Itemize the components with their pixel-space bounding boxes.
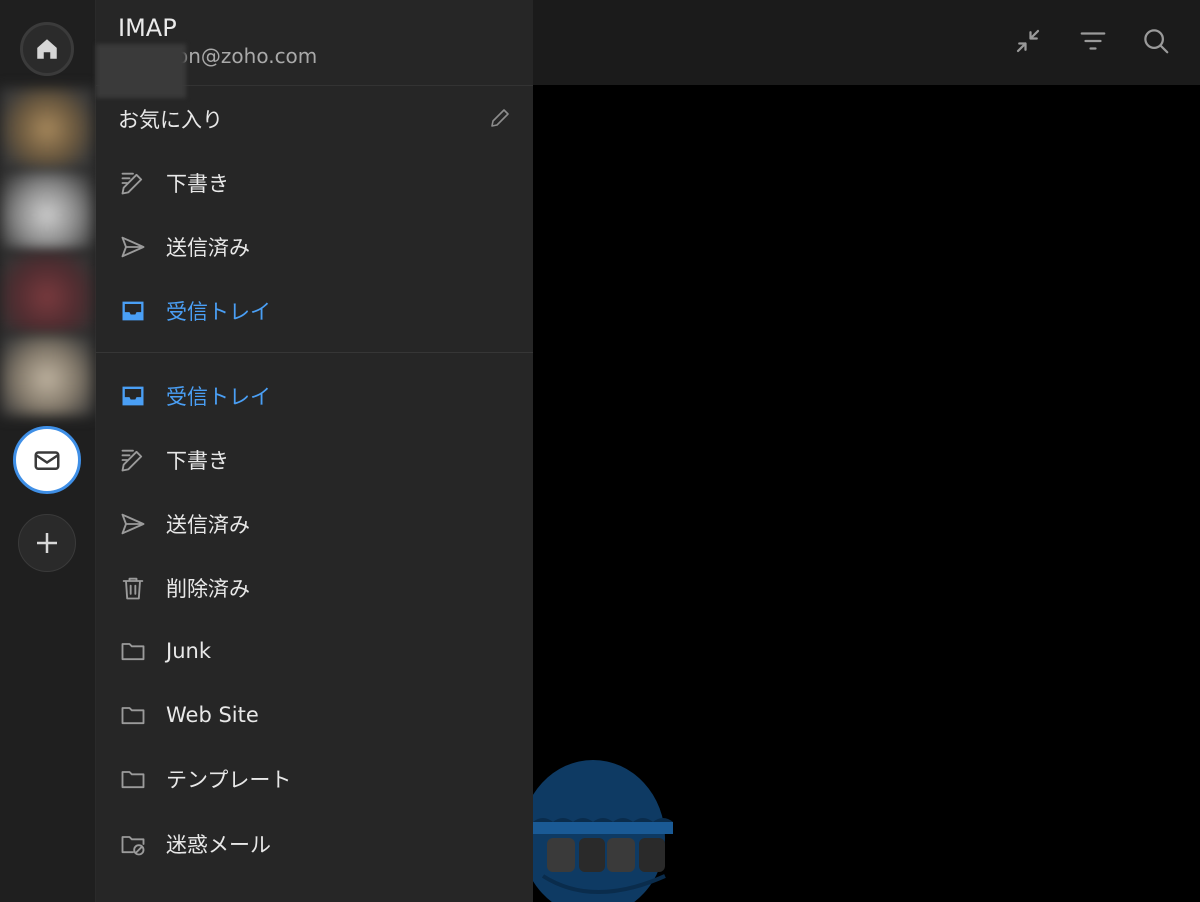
folder-blocked-icon: [118, 829, 148, 859]
search-icon[interactable]: [1139, 24, 1173, 58]
draft-pencil-icon: [118, 168, 148, 198]
folder-label: テンプレート: [166, 768, 292, 792]
account-rail: [0, 0, 96, 902]
account-email: on@zoho.com: [176, 44, 318, 68]
account-avatar-2[interactable]: [0, 170, 94, 252]
balloon-illustration: [533, 758, 673, 902]
account-avatar-4[interactable]: [0, 334, 94, 416]
folder-drafts[interactable]: 下書き: [96, 430, 533, 490]
pencil-icon: [491, 109, 509, 127]
account-avatar-3[interactable]: [0, 252, 94, 334]
inbox-icon: [118, 381, 148, 411]
email-redaction: [96, 44, 186, 98]
favorite-item-sent[interactable]: 送信済み: [96, 217, 533, 277]
home-button[interactable]: [20, 22, 74, 76]
account-avatar-1[interactable]: [0, 88, 94, 170]
section-divider: [96, 352, 533, 353]
folder-inbox[interactable]: 受信トレイ: [96, 366, 533, 426]
folder-label: 削除済み: [166, 577, 250, 601]
folder-label: 受信トレイ: [166, 300, 271, 324]
folder-drawer: IMAP on@zoho.com お気に入り 下書き 送信済み 受信トレイ 受信…: [96, 0, 533, 902]
folder-icon: [118, 700, 148, 730]
account-type: IMAP: [118, 14, 177, 42]
folder-label: 受信トレイ: [166, 385, 271, 409]
account-header[interactable]: IMAP on@zoho.com: [96, 0, 533, 98]
inbox-icon: [118, 296, 148, 326]
send-icon: [118, 509, 148, 539]
folder-label: Web Site: [166, 703, 259, 727]
favorites-header: お気に入り: [118, 108, 223, 132]
mail-account-button[interactable]: [13, 426, 81, 494]
draft-pencil-icon: [118, 445, 148, 475]
folder-spam[interactable]: 迷惑メール: [96, 814, 533, 874]
folder-icon: [118, 764, 148, 794]
trash-icon: [118, 573, 148, 603]
folder-label: Junk: [166, 639, 211, 663]
folder-label: 下書き: [166, 172, 229, 196]
edit-favorites-button[interactable]: [488, 106, 514, 132]
folder-web-site[interactable]: Web Site: [96, 685, 533, 745]
add-icon: [37, 533, 57, 553]
top-app-bar: [533, 0, 1200, 85]
folder-templates[interactable]: テンプレート: [96, 749, 533, 809]
collapse-icon[interactable]: [1011, 24, 1045, 58]
favorite-item-drafts[interactable]: 下書き: [96, 153, 533, 213]
filter-icon[interactable]: [1076, 24, 1110, 58]
folder-label: 迷惑メール: [166, 833, 271, 857]
folder-trash[interactable]: 削除済み: [96, 558, 533, 618]
favorite-item-inbox[interactable]: 受信トレイ: [96, 281, 533, 341]
send-icon: [118, 232, 148, 262]
folder-icon: [118, 636, 148, 666]
folder-sent[interactable]: 送信済み: [96, 494, 533, 554]
folder-junk[interactable]: Junk: [96, 621, 533, 681]
mail-icon: [34, 451, 60, 470]
folder-label: 送信済み: [166, 236, 250, 260]
home-icon: [37, 39, 57, 59]
folder-label: 下書き: [166, 449, 229, 473]
folder-label: 送信済み: [166, 513, 250, 537]
add-account-button[interactable]: [18, 514, 76, 572]
